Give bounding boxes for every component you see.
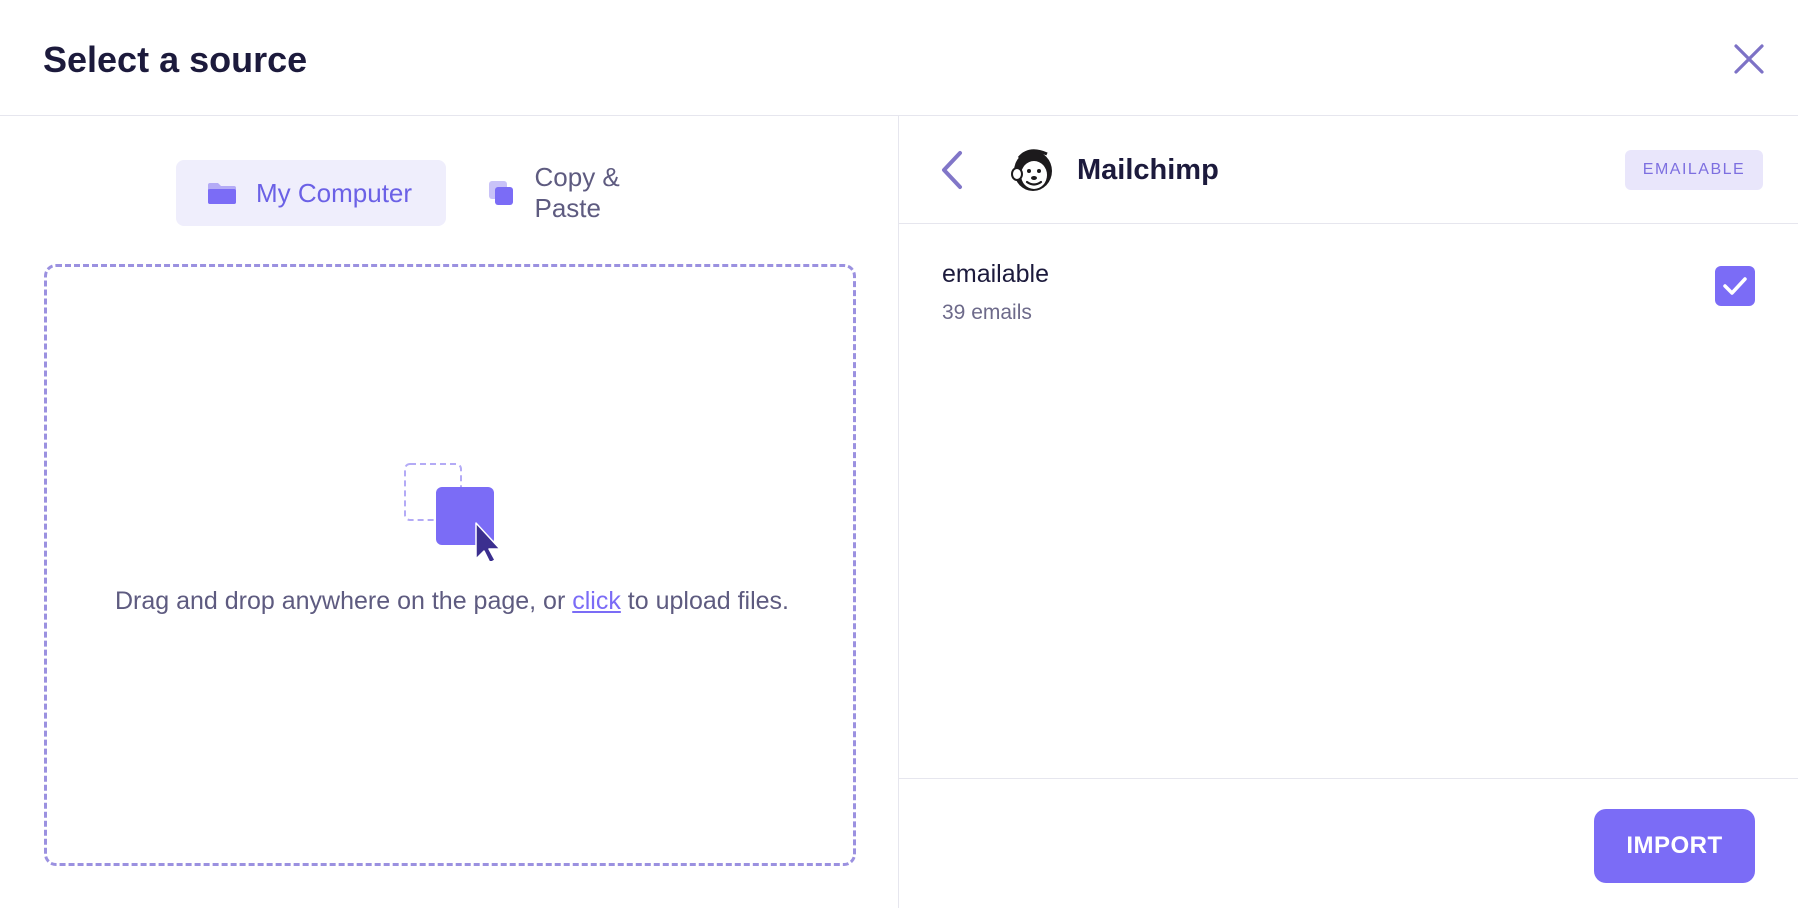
list-checkbox[interactable] xyxy=(1715,266,1755,306)
dropzone-text-after: to upload files. xyxy=(620,587,790,615)
source-tabs: My Computer Copy & Paste xyxy=(0,160,899,226)
tab-my-computer[interactable]: My Computer xyxy=(176,160,446,226)
tab-label: Copy & Paste xyxy=(534,162,620,223)
upload-cursor-icon xyxy=(402,461,512,564)
copy-icon xyxy=(486,179,517,207)
mailchimp-logo-icon xyxy=(1009,144,1057,194)
click-to-upload-link[interactable]: click xyxy=(572,587,621,615)
tab-label: My Computer xyxy=(256,177,413,208)
chevron-left-icon xyxy=(942,151,962,189)
tab-copy-paste[interactable]: Copy & Paste xyxy=(456,160,716,226)
select-source-dialog: Select a source My Computer Copy & Paste… xyxy=(0,0,1798,908)
close-icon xyxy=(1734,44,1764,74)
checkmark-icon xyxy=(1723,277,1747,295)
source-panel: Mailchimp EMAILABLE emailable 39 emails … xyxy=(899,116,1798,908)
dropzone-text-before: Drag and drop anywhere on the page, or xyxy=(114,587,573,615)
status-badge: EMAILABLE xyxy=(1625,150,1763,190)
dialog-footer: IMPORT xyxy=(899,778,1798,908)
back-button[interactable] xyxy=(932,148,972,192)
close-button[interactable] xyxy=(1728,38,1770,80)
dialog-header: Select a source xyxy=(0,0,1798,116)
dropzone-instructions: Drag and drop anywhere on the page, or c… xyxy=(107,581,797,621)
dialog-title: Select a source xyxy=(43,39,308,80)
list-item[interactable]: emailable 39 emails xyxy=(899,224,1798,334)
folder-icon xyxy=(206,179,238,207)
source-header: Mailchimp EMAILABLE xyxy=(899,116,1798,224)
import-button[interactable]: IMPORT xyxy=(1594,809,1755,883)
source-name: Mailchimp xyxy=(1077,154,1219,186)
list-email-count: 39 emails xyxy=(942,301,1032,324)
file-dropzone[interactable]: Drag and drop anywhere on the page, or c… xyxy=(44,264,856,866)
list-name: emailable xyxy=(942,260,1050,288)
upload-panel: My Computer Copy & Paste Drag and drop a… xyxy=(0,116,899,908)
